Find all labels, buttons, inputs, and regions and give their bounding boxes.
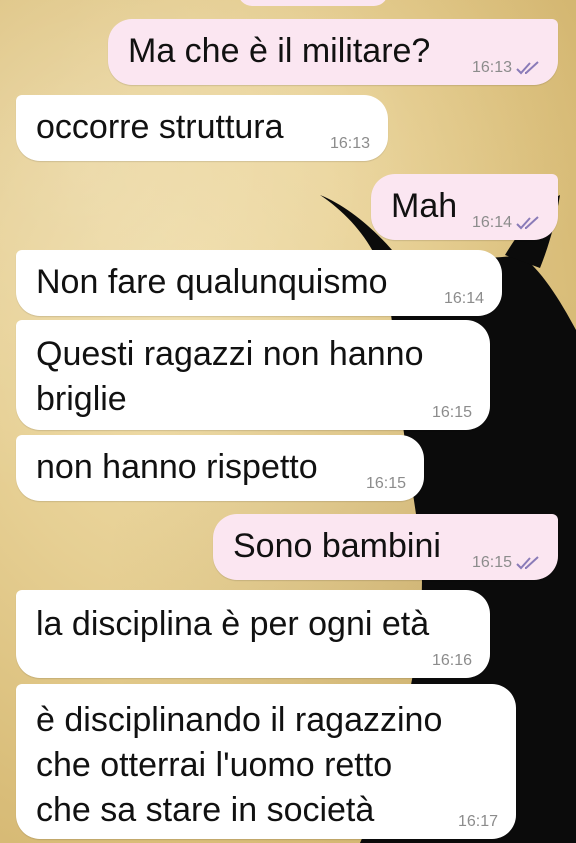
message-time: 16:13 — [329, 135, 370, 152]
message-meta: 16:14 — [472, 214, 540, 232]
message-time: 16:14 — [443, 290, 484, 307]
message-time: 16:13 — [471, 59, 512, 76]
message-time: 16:15 — [471, 554, 512, 571]
message-text: non hanno rispetto — [36, 448, 318, 486]
message-text: Non fare qualunquismo — [36, 263, 388, 301]
message-bubble-incoming[interactable]: occorre struttura 16:13 — [16, 95, 388, 161]
message-meta: 16:15 — [432, 404, 472, 422]
message-meta: 16:13 — [330, 135, 370, 153]
message-text: Ma che è il militare? — [128, 32, 431, 70]
conversation-list[interactable]: Ma che è il militare? 16:13 occorre stru… — [0, 0, 576, 843]
message-bubble-incoming[interactable]: Questi ragazzi non hanno briglie 16:15 — [16, 320, 490, 430]
message-meta: 16:14 — [444, 290, 484, 308]
message-text: Mah — [391, 187, 458, 225]
message-text: Sono bambini — [233, 527, 441, 565]
double-check-icon — [516, 556, 539, 570]
message-text: è disciplinando il ragazzino che otterra… — [36, 701, 443, 829]
message-bubble-incoming[interactable]: è disciplinando il ragazzino che otterra… — [16, 684, 516, 839]
message-meta: 16:15 — [472, 554, 540, 572]
message-bubble-outgoing[interactable]: Mah 16:14 — [371, 174, 558, 240]
message-bubble-outgoing[interactable]: Sono bambini 16:15 — [213, 514, 558, 580]
message-time: 16:15 — [431, 404, 472, 421]
message-bubble-incoming[interactable]: Non fare qualunquismo 16:14 — [16, 250, 502, 316]
message-time: 16:16 — [431, 652, 472, 669]
message-bubble-incoming[interactable]: non hanno rispetto 16:15 — [16, 435, 424, 501]
message-meta: 16:17 — [458, 813, 498, 831]
message-text: la disciplina è per ogni età — [36, 605, 430, 643]
message-bubble-incoming[interactable]: la disciplina è per ogni età 16:16 — [16, 590, 490, 678]
message-bubble-outgoing[interactable]: Ma che è il militare? 16:13 — [108, 19, 558, 85]
message-text: Questi ragazzi non hanno briglie — [36, 335, 424, 418]
message-time: 16:14 — [471, 214, 512, 231]
message-meta: 16:15 — [366, 475, 406, 493]
previous-message-bubble-edge — [238, 0, 388, 6]
double-check-icon — [516, 216, 539, 230]
message-meta: 16:13 — [472, 59, 540, 77]
double-check-icon — [516, 61, 539, 75]
message-text: occorre struttura — [36, 108, 284, 146]
message-time: 16:15 — [365, 475, 406, 492]
message-time: 16:17 — [457, 813, 498, 830]
message-meta: 16:16 — [432, 652, 472, 670]
